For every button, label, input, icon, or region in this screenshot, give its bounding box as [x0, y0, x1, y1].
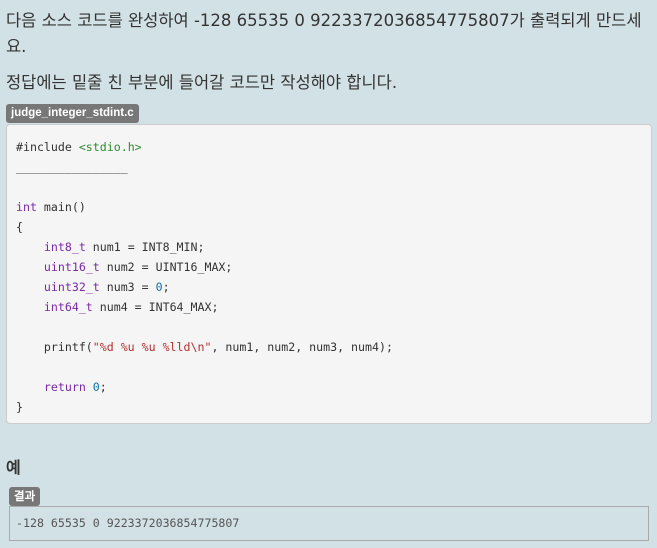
- code-token: ;: [162, 280, 170, 294]
- code-line: printf("%d %u %u %lld\n", num1, num2, nu…: [16, 340, 393, 354]
- result-output: -128 65535 0 9223372036854775807: [16, 516, 240, 530]
- code-line: return 0;: [16, 380, 107, 394]
- code-token: {: [16, 220, 23, 234]
- filename-badge: judge_integer_stdint.c: [6, 104, 139, 123]
- code-token: num1 = INT8_MIN;: [85, 240, 205, 254]
- code-line: uint32_t num3 = 0;: [16, 280, 170, 294]
- code-line: #include <stdio.h>: [16, 140, 142, 154]
- example-heading: 예: [6, 458, 21, 477]
- code-token: "%d %u %u %lld\n": [92, 340, 212, 354]
- code-line: uint16_t num2 = UINT16_MAX;: [16, 260, 232, 274]
- instructions: 다음 소스 코드를 완성하여 -128 65535 0 922337203685…: [6, 8, 652, 96]
- code-token: num2 = UINT16_MAX;: [99, 260, 233, 274]
- fill-in-blank: ________________: [16, 160, 128, 174]
- code-token: ;: [99, 380, 107, 394]
- code-token: 0: [155, 280, 163, 294]
- code-token: printf(: [16, 340, 93, 354]
- code-token: int8_t: [43, 240, 86, 254]
- result-badge: 결과: [9, 487, 41, 506]
- code-blank-line: ________________: [16, 160, 128, 174]
- code-token: num3 =: [99, 280, 156, 294]
- code-token: num4 = INT64_MAX;: [92, 300, 219, 314]
- code-line: {: [16, 220, 23, 234]
- code-token: return: [43, 380, 86, 394]
- code-token: #include: [16, 140, 79, 154]
- code-token: uint32_t: [43, 280, 100, 294]
- code-token: main(): [36, 200, 86, 214]
- code-token: 0: [92, 380, 100, 394]
- code-block: #include <stdio.h> ________________ int …: [6, 124, 652, 424]
- code-content: #include <stdio.h> ________________ int …: [7, 125, 651, 429]
- code-token: , num1, num2, num3, num4);: [211, 340, 393, 354]
- code-line: int main(): [16, 200, 86, 214]
- code-token: int: [16, 200, 37, 214]
- result-output-box: -128 65535 0 9223372036854775807: [9, 506, 649, 541]
- code-token: }: [16, 400, 23, 414]
- code-line: }: [16, 400, 23, 414]
- code-line: int8_t num1 = INT8_MIN;: [16, 240, 205, 254]
- code-token: uint16_t: [43, 260, 100, 274]
- instruction-text: 다음 소스 코드를 완성하여 -128 65535 0 922337203685…: [6, 11, 642, 56]
- code-token: <stdio.h>: [78, 140, 142, 154]
- code-line: int64_t num4 = INT64_MAX;: [16, 300, 219, 314]
- instruction-note: 정답에는 밑줄 친 부분에 들어갈 코드만 작성해야 합니다.: [6, 73, 398, 92]
- code-token: int64_t: [43, 300, 93, 314]
